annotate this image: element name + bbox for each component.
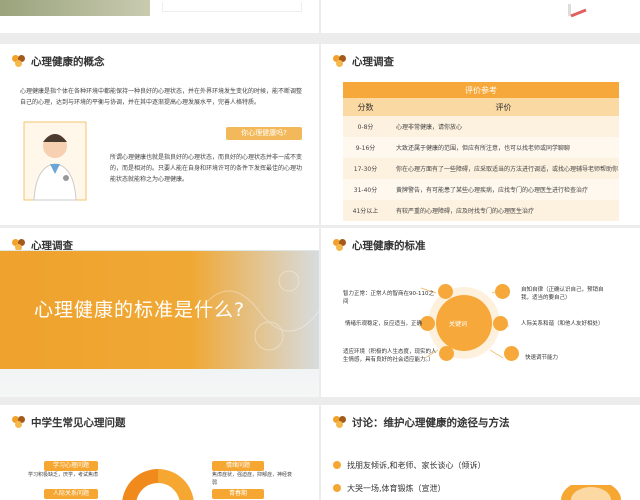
evaluation-table: 评价参考 分数 评价 0-8分 心理非常健康，请你放心 9-16分 大致还属于健康的范… [343,82,619,221]
standard-item: 快速调节能力 [525,355,559,361]
node-icon [495,284,510,299]
bullet-icon [333,484,341,492]
standard-item: 自知自律（正确认识自己，预销自我，适当的要自己） [521,287,604,301]
logo-icon [333,55,347,67]
category-badge: 人际关系问题 [44,489,98,499]
bullet-icon [333,461,341,469]
table-row: 41分以上 有较严重的心理障碍，应及时找专门的心理医生治疗 [343,200,619,221]
slide-discussion[interactable]: 讨论：维护心理健康的途径与方法 找朋友倾诉,和老师、家长谈心（倾诉） 大哭一场,… [321,405,640,500]
score-cell: 17-30分 [343,158,388,179]
slide-top-left[interactable] [0,0,319,33]
center-keyword: 关键词 [449,321,468,328]
table-row: 0-8分 心理非常健康，请你放心 [343,116,619,137]
slide-standard[interactable]: 心理健康的标准 关键词 智力正常：正常人的智商在90-110之间 自知自律（正确… [321,228,640,397]
node-icon [439,346,454,361]
bullet-text: 大哭一场,体育锻炼（宣泄） [347,484,446,493]
bullet-text: 找朋友倾诉,和老师、家长谈心（倾诉） [347,461,486,470]
content-box [162,2,302,12]
slide-concept[interactable]: 心理健康的概念 心理健康是指个体在各种环境中都能保持一种良好的心理状态，并在外界… [0,44,319,225]
slide-title: 中学生常见心理问题 [31,417,126,429]
node-icon [493,316,508,331]
node-icon [438,284,453,299]
standard-diagram [418,287,510,359]
score-cell: 41分以上 [343,200,388,221]
slide-title: 心理调查 [352,56,394,68]
category-desc: 焦虑症状，强迫症，抑郁症，神经衰弱 [212,472,293,486]
decor-shape [561,485,621,500]
col-score-header: 分数 [343,98,388,116]
eval-cell: 心理非常健康，请你放心 [388,116,619,137]
score-cell: 9-16分 [343,137,388,158]
category-badge: 情绪问题 [212,461,264,471]
concept-paragraph: 心理健康是指个体在各种环境中都能保持一种良好的心理状态，并在外界环境发生变化的时… [20,88,303,106]
logo-icon [333,416,347,428]
table-row: 31-40分 黄牌警告，有可能患了某些心理疾病，应找专门的心理医生进行检查治疗 [343,179,619,200]
standard-item: 人际关系和谐（和他人友好相处） [521,321,604,327]
standard-item: 智力正常：正常人的智商在90-110之间 [343,291,434,305]
slide-title: 心理健康的概念 [31,56,105,68]
decor-icon [566,0,588,20]
eval-cell: 大致还属于健康的范围，但应有所注意，也可以找老师或同学聊聊 [388,137,619,158]
score-cell: 0-8分 [343,116,388,137]
table-row: 17-30分 你在心理方面有了一些障碍，应采取适当的方法进行调适，或找心理辅导老师… [343,158,619,179]
slide-survey[interactable]: 心理调查 评价参考 分数 评价 0-8分 心理非常健康，请你放心 9-16分 大致还属… [321,44,640,225]
photo-image [0,0,150,16]
table-title: 评价参考 [343,82,619,98]
banner: 心理健康的标准是什么? [0,251,319,369]
eval-cell: 有较严重的心理障碍，应及时找专门的心理医生治疗 [388,200,619,221]
category-desc: 学习积极缺乏，厌学，考试焦虑 [28,472,99,478]
node-icon [504,346,519,361]
question-badge: 你心理健康吗? [226,127,302,140]
logo-icon [12,416,26,428]
donut-chart [122,469,194,500]
bullet-item: 大哭一场,体育锻炼（宣泄） [333,483,446,494]
eval-cell: 黄牌警告，有可能患了某些心理疾病，应找专门的心理医生进行检查治疗 [388,179,619,200]
slide-survey-banner[interactable]: 心理调查 心理健康的标准是什么? [0,228,319,397]
score-cell: 31-40分 [343,179,388,200]
doctor-illustration [22,120,88,202]
slide-grid: 心理健康的概念 心理健康是指个体在各种环境中都能保持一种良好的心理状态，并在外界… [0,0,640,500]
table-row: 9-16分 大致还属于健康的范围，但应有所注意，也可以找老师或同学聊聊 [343,137,619,158]
category-badge: 青春期 [212,489,264,499]
standard-item: 情绪乐观稳定，反应适当，正确 [345,321,423,327]
slide-top-right[interactable] [321,0,640,33]
standard-item: 适应环境（积极的人生态度，现实的人生情感，具有良好的社会适应能力。） [343,349,437,363]
slide-problems[interactable]: 中学生常见心理问题 学习心理问题 学习积极缺乏，厌学，考试焦虑 人际关系问题 情… [0,405,319,500]
category-badge: 学习心理问题 [44,461,98,471]
slide-title: 讨论：维护心理健康的途径与方法 [352,417,510,429]
eval-cell: 你在心理方面有了一些障碍，应采取适当的方法进行调适，或找心理辅导老师帮助你 [388,158,619,179]
concept-paragraph-2: 所谓心理健康也就是指良好的心理状态，而良好的心理状态并非一成不变的，而是相对的。… [110,154,303,183]
bullet-item: 找朋友倾诉,和老师、家长谈心（倾诉） [333,460,486,471]
col-eval-header: 评价 [388,98,619,116]
logo-icon [12,55,26,67]
banner-text: 心理健康的标准是什么? [34,299,246,321]
